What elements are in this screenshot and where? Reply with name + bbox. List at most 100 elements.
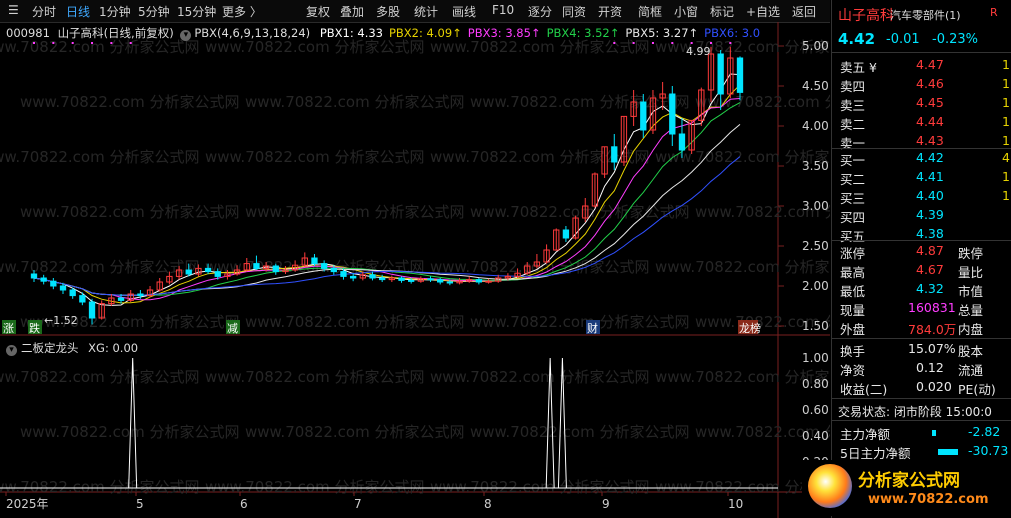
x-axis-label: 8: [484, 497, 492, 511]
x-axis-label: 9: [602, 497, 610, 511]
candle-body: [475, 279, 483, 283]
ask-label-2: 卖二: [840, 117, 866, 132]
tab-daily[interactable]: 日线: [66, 3, 90, 20]
sub-settings-icon[interactable]: ▾: [6, 345, 17, 356]
stat-label: 最高: [840, 265, 866, 280]
toolbar-btn-11[interactable]: 标记: [710, 3, 734, 20]
ask-vol-5: 1: [1002, 57, 1010, 72]
flow-value-0: -2.82: [968, 424, 1001, 439]
toolbar-btn-2[interactable]: 多股: [376, 3, 400, 20]
tab-5min[interactable]: 5分钟: [138, 3, 170, 20]
flow-label-0: 主力净额: [840, 427, 891, 442]
indicator-settings-icon[interactable]: ▾: [180, 30, 192, 41]
watermark-text: www.70822.com 分析家公式网: [430, 368, 650, 386]
x-axis-label: 5: [136, 497, 144, 511]
event-marker-1: 跌: [29, 321, 40, 335]
watermark-text: www.70822.com 分析家公式网: [0, 478, 200, 496]
candle-body: [214, 271, 221, 277]
toolbar-btn-12[interactable]: +自选: [746, 3, 780, 20]
stat-value: 160831: [908, 300, 956, 315]
ask-vol-3: 1: [1002, 95, 1010, 110]
signal-dot: [71, 42, 74, 44]
ask-label-4: 卖四: [840, 79, 866, 94]
stat-label-right: 量比: [958, 265, 984, 280]
pbx-value-5: PBX5: 3.27↑: [625, 26, 699, 40]
flow-bar-0: [932, 430, 936, 436]
industry-label: 汽车零部件(1): [890, 9, 961, 22]
candle-body: [30, 273, 38, 279]
stat2-label: 净资: [840, 363, 866, 378]
candle-body: [40, 277, 47, 282]
flow-bar-1: [938, 449, 958, 455]
candle-body: [669, 93, 676, 135]
candle-body: [272, 265, 279, 273]
bid-label-2: 买二: [840, 172, 866, 187]
candle-body: [379, 277, 386, 281]
toolbar-btn-1[interactable]: 叠加: [340, 3, 364, 20]
stat-value: 4.32: [916, 281, 944, 296]
price-change: -0.01: [886, 32, 920, 47]
toolbar-btn-13[interactable]: 返回: [792, 3, 816, 20]
event-marker-0: 涨: [3, 322, 14, 335]
stat-label: 最低: [840, 284, 866, 299]
ask-label-5: 卖五 ¥: [840, 60, 877, 75]
candle-body: [59, 285, 67, 291]
r-badge[interactable]: R: [990, 6, 998, 19]
toolbar-btn-3[interactable]: 统计: [414, 3, 438, 20]
tab-15min[interactable]: 15分钟: [177, 3, 216, 20]
tab-more[interactable]: 更多 〉: [222, 3, 262, 20]
watermark-text: www.70822.com 分析家公式网: [0, 368, 200, 386]
watermark-text: www.70822.com 分析家公式网: [470, 313, 690, 331]
ask-price-1: 4.43: [916, 133, 944, 148]
trade-status: 交易状态: 闭市阶段 15:00:0: [838, 405, 992, 419]
signal-dot: [690, 42, 693, 44]
candle-body: [79, 295, 86, 303]
sub-axis-label: 0.80: [802, 377, 829, 391]
candle-body: [640, 101, 647, 131]
stat-value: 4.87: [916, 243, 944, 258]
toolbar-btn-7[interactable]: 同资: [562, 3, 586, 20]
watermark-text: www.70822.com 分析家公式网: [20, 93, 240, 111]
stat-label-right: 内盘: [958, 322, 984, 337]
toolbar-btn-4[interactable]: 画线: [452, 3, 476, 20]
watermark-text: www.70822.com 分析家公式网: [695, 93, 830, 111]
stat2-label-right: 流通: [958, 363, 984, 378]
pbx-value-4: PBX4: 3.52↑: [546, 26, 620, 40]
toolbar-menu-icon[interactable]: ☰: [8, 3, 30, 17]
candle-body: [137, 293, 144, 297]
sub-axis-label: 0.60: [802, 403, 829, 417]
candle-body: [717, 53, 724, 95]
chart-area[interactable]: www.70822.com 分析家公式网 www.70822.com 分析家公式网…: [0, 22, 830, 518]
divider-price: [832, 52, 1011, 53]
candlestick-chart[interactable]: www.70822.com 分析家公式网 www.70822.com 分析家公式网…: [0, 22, 830, 518]
watermark-text: www.70822.com 分析家公式网: [20, 203, 240, 221]
toolbar-btn-8[interactable]: 开资: [598, 3, 622, 20]
toolbar-btn-0[interactable]: 复权: [306, 3, 330, 20]
pbx-value-3: PBX3: 3.85↑: [467, 26, 541, 40]
price-change-pct: -0.23%: [932, 32, 978, 47]
signal-dot: [632, 42, 635, 44]
candle-body: [349, 275, 357, 279]
stock-name: 山子高科: [57, 26, 104, 40]
toolbar-btn-6[interactable]: 逐分: [528, 3, 552, 20]
watermark-text: www.70822.com 分析家公式网: [430, 478, 650, 496]
price-tick-label: 4.00: [802, 119, 829, 133]
x-axis-label: 10: [728, 497, 743, 511]
signal-dot: [729, 42, 732, 44]
watermark-text: www.70822.com 分析家公式网: [245, 313, 465, 331]
toolbar-btn-9[interactable]: 简框: [638, 3, 662, 20]
bid-label-1: 买一: [840, 153, 866, 168]
tab-1min[interactable]: 1分钟: [99, 3, 131, 20]
signal-dot: [671, 42, 674, 44]
candle-body: [437, 279, 444, 283]
toolbar-btn-10[interactable]: 小窗: [674, 3, 698, 20]
stat2-label-right: PE(动): [958, 382, 996, 397]
candle-body: [88, 301, 96, 319]
bid-label-4: 买四: [840, 210, 866, 225]
tab-intraday[interactable]: 分时: [32, 3, 56, 20]
x-axis-label: 6: [240, 497, 248, 511]
toolbar-btn-5[interactable]: F10: [492, 3, 514, 17]
bid-price-2: 4.41: [916, 169, 944, 184]
price-tick-label: 4.50: [802, 79, 829, 93]
signal-dot: [709, 42, 712, 44]
